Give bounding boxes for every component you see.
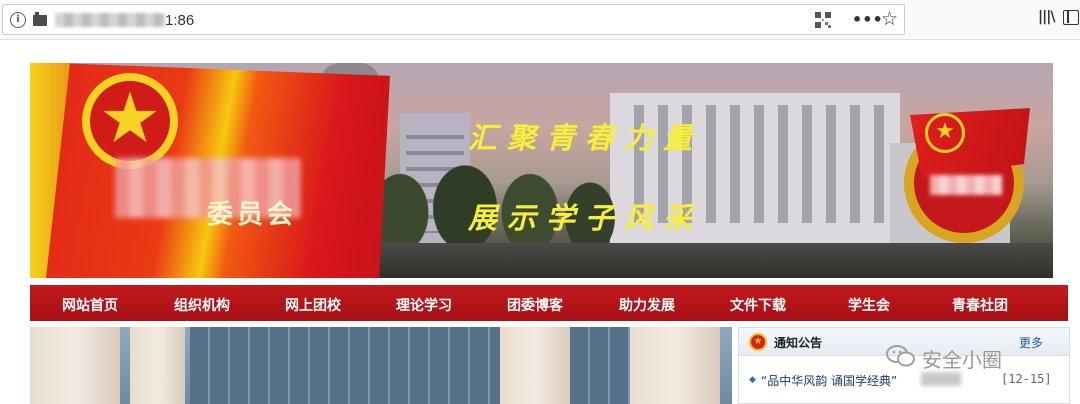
url-redacted [55, 13, 165, 27]
news-photo[interactable] [30, 327, 732, 404]
notice-text-redacted [921, 372, 961, 386]
nav-item-downloads[interactable]: 文件下载 [730, 295, 786, 315]
nav-item-clubs[interactable]: 青春社团 [952, 295, 1008, 315]
slogan-line-2: 展示学子风采 [468, 201, 703, 235]
url-text[interactable]: 1:86 [165, 12, 194, 29]
wechat-icon [886, 345, 915, 367]
library-icon[interactable]: |||\ [1038, 9, 1055, 25]
nav-item-online-school[interactable]: 网上团校 [285, 295, 341, 315]
photo-column [130, 327, 185, 404]
nav-item-development[interactable]: 助力发展 [619, 295, 675, 315]
nav-item-theory-study[interactable]: 理论学习 [396, 295, 452, 315]
nav-item-student-union[interactable]: 学生会 [848, 295, 890, 315]
notice-title: 通知公告 [774, 336, 823, 350]
sidebar-icon[interactable] [1063, 10, 1079, 25]
main-nav: 网站首页 组织机构 网上团校 理论学习 团委博客 助力发展 文件下载 学生会 青… [30, 285, 1068, 321]
photo-column [630, 327, 720, 404]
star-icon: ★ [98, 77, 162, 159]
nav-item-blog[interactable]: 团委博客 [507, 295, 563, 315]
qr-code-icon[interactable] [815, 12, 831, 28]
flag-text: 委员会 [207, 200, 298, 230]
nav-item-home[interactable]: 网站首页 [62, 295, 118, 315]
photo-column [500, 327, 570, 404]
address-bar[interactable]: i 1:86 ••• ☆ [2, 4, 905, 35]
nav-item-organization[interactable]: 组织机构 [174, 295, 230, 315]
header-banner: ★ 委员会 汇聚青春力量 展示学子风采 ★ [30, 63, 1053, 278]
info-icon[interactable]: i [10, 12, 26, 28]
wechat-watermark: 安全小圈 [886, 340, 1066, 374]
notice-item-date: [12-15] [1001, 372, 1052, 386]
pond [360, 243, 1053, 278]
notice-item-link[interactable]: “品中华风韵 诵国学经典” [761, 372, 897, 389]
bookmark-star-icon[interactable]: ☆ [881, 8, 898, 30]
site-icon[interactable] [33, 12, 47, 26]
bullet-icon: ◆ [749, 375, 756, 385]
more-actions-icon[interactable]: ••• [852, 10, 883, 29]
badge-text-redacted [930, 175, 1002, 195]
photo-column [30, 327, 120, 404]
slogan-line-1: 汇聚青春力量 [468, 121, 703, 155]
league-emblem-icon: ★ [749, 333, 767, 351]
watermark-text: 安全小圈 [922, 348, 1002, 372]
badge-star-icon: ★ [925, 113, 965, 153]
browser-toolbar: i 1:86 ••• ☆ |||\ [0, 0, 1080, 40]
